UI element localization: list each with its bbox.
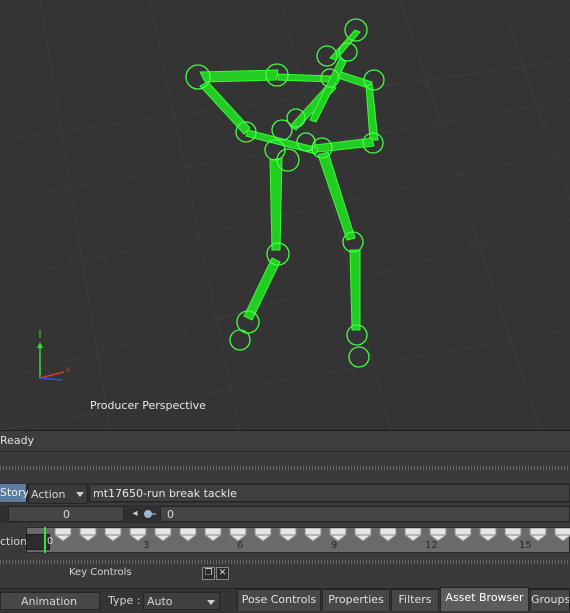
keyframe-marker[interactable] bbox=[204, 528, 222, 542]
keyframe-marker[interactable] bbox=[479, 528, 497, 542]
tab-filters[interactable]: Filters bbox=[391, 589, 439, 611]
keyframe-marker[interactable] bbox=[79, 528, 97, 542]
timeline-row: ction 0 3 6 9 12 15 bbox=[0, 524, 570, 556]
animation-button[interactable]: Animation bbox=[0, 592, 100, 610]
keyframe-marker[interactable] bbox=[329, 528, 347, 542]
value-field[interactable]: 0 bbox=[160, 506, 570, 522]
viewport-label: Producer Perspective bbox=[90, 399, 206, 412]
tab-properties[interactable]: Properties bbox=[322, 589, 390, 611]
story-row: Story Action mt17650-run break tackle bbox=[0, 483, 570, 504]
tab-asset-browser[interactable]: Asset Browser bbox=[440, 587, 529, 611]
keyframe-marker[interactable] bbox=[404, 528, 422, 542]
viewport-canvas[interactable]: x bbox=[0, 0, 570, 430]
timeline-cursor[interactable] bbox=[44, 527, 46, 553]
keyframe-marker[interactable] bbox=[54, 528, 72, 542]
keyframe-marker[interactable] bbox=[304, 528, 322, 542]
axis-gizmo: x bbox=[37, 330, 71, 381]
bottom-toolbar: Animation Type : Auto Pose Controls Prop… bbox=[0, 587, 570, 613]
keyframe-marker[interactable] bbox=[554, 528, 570, 542]
action-dropdown-label: Action bbox=[31, 488, 66, 501]
chevron-down-icon bbox=[207, 600, 215, 605]
keyframe-marker[interactable] bbox=[254, 528, 272, 542]
animation-label: Animation bbox=[21, 595, 78, 608]
timeline-label: ction bbox=[0, 535, 28, 548]
tab-pose-controls[interactable]: Pose Controls bbox=[237, 589, 321, 611]
timeline-start-frame: 0 bbox=[47, 536, 54, 547]
keyframe-marker[interactable] bbox=[179, 528, 197, 542]
type-dropdown[interactable]: Auto bbox=[143, 592, 220, 610]
restore-icon[interactable]: ❐ bbox=[202, 567, 215, 580]
status-bar: Ready bbox=[0, 430, 570, 452]
keyframe-marker[interactable] bbox=[429, 528, 447, 542]
frame-value: 0 bbox=[63, 508, 70, 521]
timeline-start-box: 0 bbox=[26, 534, 54, 550]
keyframe-marker[interactable] bbox=[354, 528, 372, 542]
take-name-text: mt17650-run break tackle bbox=[93, 487, 237, 500]
keyframe-marker[interactable] bbox=[229, 528, 247, 542]
3d-viewport[interactable]: x Producer Perspective bbox=[0, 0, 570, 430]
keyframe-marker[interactable] bbox=[379, 528, 397, 542]
key-controls-header: Key Controls ❐ ✕ bbox=[0, 567, 570, 581]
keyframe-marker[interactable] bbox=[104, 528, 122, 542]
separator bbox=[0, 560, 570, 564]
frame-value-field[interactable]: 0 bbox=[8, 506, 124, 522]
tab-groups[interactable]: Groups bbox=[530, 589, 570, 611]
value-text: 0 bbox=[167, 508, 174, 521]
type-value: Auto bbox=[147, 595, 173, 608]
type-label: Type : bbox=[108, 594, 141, 607]
keyframe-marker[interactable] bbox=[504, 528, 522, 542]
status-text: Ready bbox=[0, 434, 35, 447]
chevron-down-icon bbox=[76, 492, 84, 497]
svg-text:x: x bbox=[66, 365, 71, 374]
keyframe-marker[interactable] bbox=[129, 528, 147, 542]
keyframe-marker[interactable] bbox=[529, 528, 547, 542]
chevron-left-icon[interactable]: ◂ bbox=[128, 507, 142, 521]
ground-grid bbox=[0, 0, 570, 430]
key-controls-label: Key Controls bbox=[69, 567, 132, 578]
take-name-field[interactable]: mt17650-run break tackle bbox=[89, 484, 570, 502]
value-row: 0 ◂ 0 bbox=[0, 505, 570, 523]
close-icon[interactable]: ✕ bbox=[216, 567, 229, 580]
key-marker-icon[interactable] bbox=[142, 507, 156, 521]
keyframe-marker[interactable] bbox=[454, 528, 472, 542]
separator bbox=[0, 466, 570, 470]
keyframe-marker[interactable] bbox=[279, 528, 297, 542]
keyframe-marker[interactable] bbox=[154, 528, 172, 542]
story-button[interactable]: Story bbox=[0, 484, 29, 502]
action-dropdown[interactable]: Action bbox=[28, 484, 88, 504]
